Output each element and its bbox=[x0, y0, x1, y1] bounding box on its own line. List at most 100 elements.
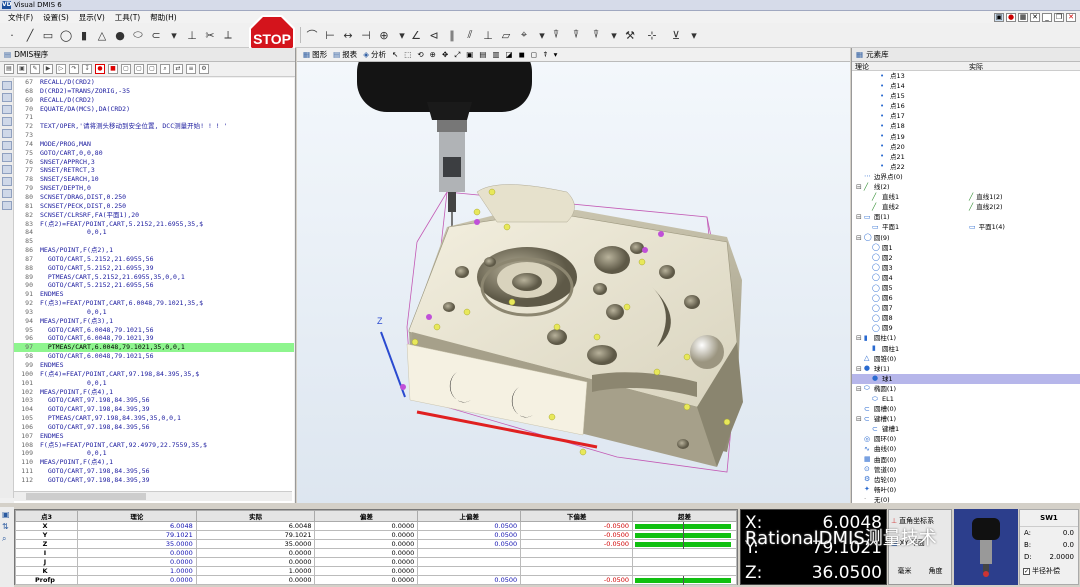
tree-item[interactable]: ◯ 圆9 bbox=[852, 323, 1080, 333]
dropdown-icon[interactable]: ▾ bbox=[554, 50, 558, 59]
code-line[interactable]: 106 GOTO/CART,97.198,84.395,56 bbox=[14, 423, 294, 432]
side-tool-icon[interactable] bbox=[2, 177, 12, 186]
code-line[interactable]: 90 GOTO/CART,5.2152,21.6955,56 bbox=[14, 281, 294, 290]
code-line[interactable]: 108 F(点5)=FEAT/POINT,CART,92.4979,22.7559… bbox=[14, 441, 294, 450]
probe-a-icon[interactable]: ⍒ bbox=[548, 27, 564, 43]
curve-tool-icon[interactable]: ⌒ bbox=[304, 27, 320, 43]
tree-item[interactable]: ⊟ ⊂ 键槽(1) bbox=[852, 414, 1080, 424]
measure-tool-icon[interactable]: ⊕ bbox=[376, 27, 392, 43]
replace-icon[interactable]: ⇄ bbox=[173, 64, 183, 74]
save-icon[interactable]: ▣ bbox=[17, 64, 27, 74]
code-line[interactable]: 83 F(点2)=FEAT/POINT,CART,5.2152,21.6955,3… bbox=[14, 220, 294, 229]
tree-item[interactable]: • 点18 bbox=[852, 121, 1080, 131]
save-icon[interactable]: ▣ bbox=[2, 510, 12, 519]
distance-tool-icon[interactable]: ↔ bbox=[340, 27, 356, 43]
code-line[interactable]: 85 bbox=[14, 237, 294, 246]
menu-help[interactable]: 帮助(H) bbox=[145, 12, 182, 23]
menu-tools[interactable]: 工具(T) bbox=[110, 12, 145, 23]
angle-tool-icon[interactable]: ∠ bbox=[408, 27, 424, 43]
code-line[interactable]: 101 0,0,1 bbox=[14, 379, 294, 388]
pointer-icon[interactable]: ↖ bbox=[392, 50, 398, 59]
tree-item[interactable]: ✦ 畅叶(0) bbox=[852, 485, 1080, 495]
close-button[interactable]: ✕ bbox=[1066, 12, 1076, 22]
dropdown-icon[interactable]: ▾ bbox=[686, 27, 702, 43]
horizontal-scrollbar[interactable] bbox=[14, 491, 292, 501]
code-line[interactable]: 79 SNSET/DEPTH,0 bbox=[14, 184, 294, 193]
box2-icon[interactable]: ▢ bbox=[134, 64, 144, 74]
code-line[interactable]: 105 PTMEAS/CART,97.198,84.395,35,0,0,1 bbox=[14, 414, 294, 423]
graphics-viewport[interactable]: ▦ 图形 ▤ 报表 ◈ 分析 ↖ ⬚ ⟲ ⊕ ✥ ⤢ ▣ ▤ ▥ ◪ ◼ ◻ ⍒ ▾ bbox=[297, 48, 850, 503]
collapse-icon[interactable]: ⊟ bbox=[856, 182, 862, 192]
grid-icon[interactable]: ▦ bbox=[1018, 12, 1028, 22]
view-front-icon[interactable]: ▣ bbox=[466, 50, 473, 59]
tab-report[interactable]: ▤ 报表 bbox=[333, 49, 357, 60]
edit-icon[interactable]: ✎ bbox=[30, 64, 40, 74]
code-line[interactable]: 84 0,0,1 bbox=[14, 228, 294, 237]
code-line[interactable]: 88 GOTO/CART,5.2152,21.6955,39 bbox=[14, 264, 294, 273]
datum-icon[interactable]: ⊻ bbox=[668, 27, 684, 43]
slot-tool-icon[interactable]: ⊂ bbox=[148, 27, 164, 43]
box-select-icon[interactable]: ⬚ bbox=[404, 50, 411, 59]
code-editor[interactable]: 67 RECALL/D(CRD2) 68 D(CRD2)=TRANS/ZORIG,-3… bbox=[14, 78, 294, 503]
tool-icon[interactable]: ⟂ bbox=[220, 27, 236, 43]
tree-item[interactable]: • 点19 bbox=[852, 132, 1080, 142]
view-iso-icon[interactable]: ◪ bbox=[506, 50, 513, 59]
tree-item[interactable]: ◯ 圆5 bbox=[852, 283, 1080, 293]
view-side-icon[interactable]: ▥ bbox=[492, 50, 499, 59]
format-icon[interactable]: ≡ bbox=[186, 64, 196, 74]
intersect-icon[interactable]: ⊹ bbox=[644, 27, 660, 43]
cone-tool-icon[interactable]: △ bbox=[94, 27, 110, 43]
box1-icon[interactable]: ▢ bbox=[121, 64, 131, 74]
results-row[interactable]: Y 79.1021 79.1021 0.0000 0.0500 -0.0500 bbox=[15, 530, 737, 540]
tree-item[interactable]: • 点13 bbox=[852, 71, 1080, 81]
collapse-icon[interactable]: ⊟ bbox=[856, 384, 862, 394]
tree-item[interactable]: • 点22 bbox=[852, 162, 1080, 172]
ellipse-tool-icon[interactable]: ⬭ bbox=[130, 27, 146, 43]
align-tool-icon[interactable]: ⊣ bbox=[358, 27, 374, 43]
construct-icon[interactable]: ⚒ bbox=[622, 27, 638, 43]
probe-tool-icon[interactable]: ⊥ bbox=[184, 27, 200, 43]
tree-item[interactable]: ╱ 直线1 ╱ 直线1(2) bbox=[852, 192, 1080, 202]
code-line[interactable]: 89 PTMEAS/CART,5.2152,21.6955,35,0,0,1 bbox=[14, 273, 294, 282]
code-line[interactable]: 67 RECALL/D(CRD2) bbox=[14, 78, 294, 87]
side-tool-icon[interactable] bbox=[2, 165, 12, 174]
record-icon[interactable]: ● bbox=[95, 64, 105, 74]
code-line[interactable]: 87 GOTO/CART,5.2152,21.6955,56 bbox=[14, 255, 294, 264]
feature-tree[interactable]: • 点13 • 点14 • 点15 • 点16 • 点17 • 点18 • 点19 • 点20 • 点21 • 点22… bbox=[852, 71, 1080, 505]
code-line[interactable]: 80 SCNSET/DRAG,DIST,0.250 bbox=[14, 193, 294, 202]
shade-icon[interactable]: ◼ bbox=[519, 50, 525, 59]
tree-item[interactable]: ⊟ ╱ 线(2) bbox=[852, 182, 1080, 192]
collapse-icon[interactable]: ⊟ bbox=[856, 212, 862, 222]
pan-icon[interactable]: ✥ bbox=[442, 50, 448, 59]
tree-item[interactable]: ⚙ 齿轮(0) bbox=[852, 475, 1080, 485]
code-line[interactable]: 82 SCNSET/CLRSRF,FA(平面1),20 bbox=[14, 211, 294, 220]
tree-item[interactable]: • 点20 bbox=[852, 142, 1080, 152]
tree-item[interactable]: ▭ 平面1 ▭ 平面1(4) bbox=[852, 222, 1080, 232]
sort-icon[interactable]: ⇅ bbox=[2, 522, 12, 531]
tree-item[interactable]: ◎ 圆环(0) bbox=[852, 434, 1080, 444]
find-icon[interactable]: ⌕ bbox=[160, 64, 170, 74]
collapse-icon[interactable]: ⊟ bbox=[856, 233, 862, 243]
view-top-icon[interactable]: ▤ bbox=[479, 50, 486, 59]
side-tool-icon[interactable] bbox=[2, 117, 12, 126]
tree-item[interactable]: • 点16 bbox=[852, 101, 1080, 111]
results-row[interactable]: X 6.0048 6.0048 0.0000 0.0500 -0.0500 bbox=[15, 521, 737, 531]
monitor-icon[interactable]: ▣ bbox=[994, 12, 1004, 22]
tree-item[interactable]: ▮ 圆柱1 bbox=[852, 344, 1080, 354]
dropdown-icon[interactable]: ▾ bbox=[166, 27, 182, 43]
code-line[interactable]: 75 GOTO/CART,0,0,80 bbox=[14, 149, 294, 158]
code-line[interactable]: 76 SNSET/APPRCH,3 bbox=[14, 158, 294, 167]
play-icon[interactable]: ▶ bbox=[43, 64, 53, 74]
zoom-icon[interactable]: ⊕ bbox=[430, 50, 436, 59]
code-line[interactable]: 96 GOTO/CART,6.0048,79.1021,39 bbox=[14, 334, 294, 343]
code-line[interactable]: 104 GOTO/CART,97.198,84.395,39 bbox=[14, 405, 294, 414]
code-line[interactable]: 103 GOTO/CART,97.198,84.395,56 bbox=[14, 396, 294, 405]
slope-tool-icon[interactable]: ⫽ bbox=[462, 27, 478, 43]
code-line[interactable]: 91 ENDMES bbox=[14, 290, 294, 299]
code-line[interactable]: 68 D(CRD2)=TRANS/ZORIG,-35 bbox=[14, 87, 294, 96]
code-line[interactable]: 70 EQUATE/DA(MCS),DA(CRD2) bbox=[14, 105, 294, 114]
box3-icon[interactable]: ▢ bbox=[147, 64, 157, 74]
cylinder-tool-icon[interactable]: ▮ bbox=[76, 27, 92, 43]
stop-icon[interactable]: ■ bbox=[108, 64, 118, 74]
line-tool-icon[interactable]: ╱ bbox=[22, 27, 38, 43]
